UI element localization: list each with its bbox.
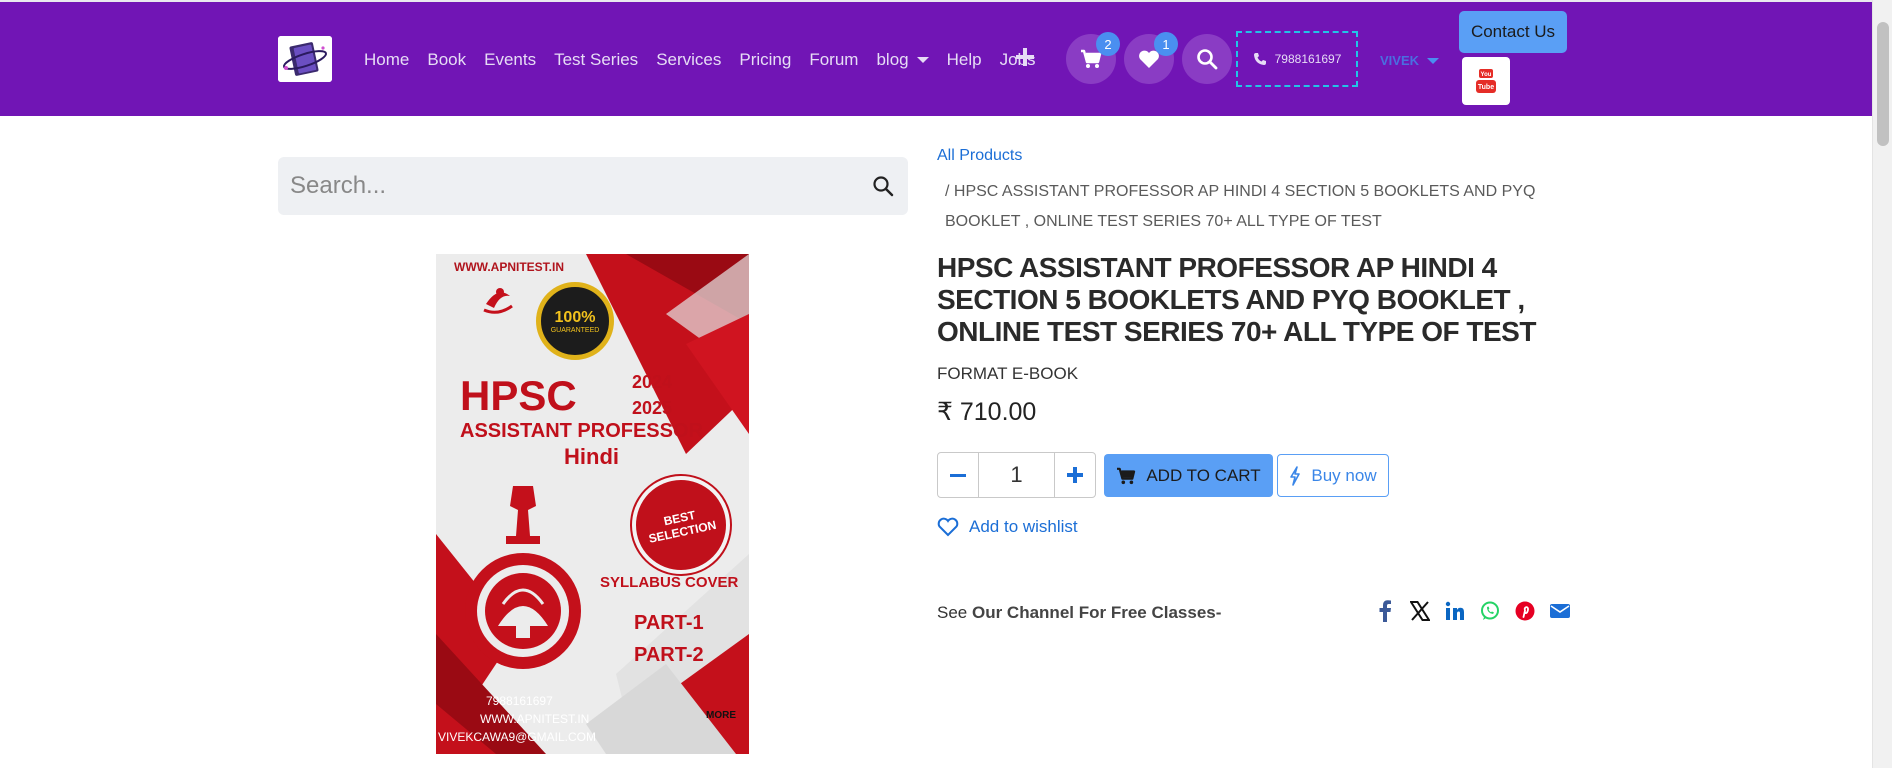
breadcrumb-current: / HPSC ASSISTANT PROFESSOR AP HINDI 4 SE… <box>945 183 1536 230</box>
nav-pricing[interactable]: Pricing <box>739 50 791 70</box>
channel-note: See Our Channel For Free Classes- <box>937 603 1221 623</box>
product-format: FORMAT E-BOOK <box>937 364 1079 383</box>
best-selection-label: BEST SELECTION <box>647 507 718 546</box>
main-nav: Home Book Events Test Series Services Pr… <box>364 50 1054 70</box>
svg-text:Tube: Tube <box>1478 84 1494 91</box>
share-buttons <box>1374 600 1571 622</box>
quantity-input[interactable]: 1 <box>978 453 1055 497</box>
nav-blog-dropdown[interactable]: blog <box>876 50 929 70</box>
add-to-cart-button[interactable]: ADD TO CART <box>1104 454 1273 497</box>
product-search <box>278 157 908 215</box>
quantity-decrease-button[interactable] <box>938 453 978 497</box>
nav-book[interactable]: Book <box>427 50 466 70</box>
user-name-label: VIVEK <box>1380 53 1420 68</box>
cover-part-1: PART-1 <box>634 612 704 634</box>
cover-title: HPSC <box>460 372 577 419</box>
site-logo[interactable] <box>278 36 332 82</box>
cover-more: MORE <box>706 710 736 721</box>
minus-icon <box>950 473 966 477</box>
haryana-emblem-icon <box>465 486 581 669</box>
nav-events[interactable]: Events <box>484 50 536 70</box>
channel-prefix: See <box>937 603 972 622</box>
cover-logo-icon <box>483 288 513 314</box>
search-icon <box>873 176 894 197</box>
cart-count-badge: 2 <box>1096 32 1120 56</box>
phone-icon <box>1253 53 1266 65</box>
pinterest-icon[interactable] <box>1514 600 1536 622</box>
nav-forum[interactable]: Forum <box>809 50 858 70</box>
seal-percent: 100% <box>554 308 596 326</box>
plus-icon <box>1067 467 1083 483</box>
whatsapp-icon[interactable] <box>1479 600 1501 622</box>
youtube-button[interactable]: You Tube <box>1462 57 1510 105</box>
channel-text: Our Channel For Free Classes- <box>971 603 1222 622</box>
wishlist-button[interactable]: 1 <box>1124 32 1178 84</box>
product-price: ₹ 710.00 <box>937 398 1037 426</box>
product-cover-image[interactable]: WWW.APNITEST.IN 100% GUARANTEED HPSC 202… <box>436 254 749 754</box>
cover-subject: Hindi <box>564 444 619 469</box>
quantity-increase-button[interactable] <box>1055 453 1095 497</box>
youtube-icon: You Tube <box>1476 69 1496 93</box>
cart-icon <box>1117 467 1136 484</box>
caret-down-icon <box>916 57 929 63</box>
add-to-wishlist-link[interactable]: Add to wishlist <box>937 517 1078 537</box>
product-title: HPSC ASSISTANT PROFESSOR AP HINDI 4 SECT… <box>937 252 1536 347</box>
more-menu-plus-icon[interactable] <box>1016 48 1034 66</box>
page: Home Book Events Test Series Services Pr… <box>0 0 1892 768</box>
email-icon[interactable] <box>1549 600 1571 622</box>
user-menu[interactable]: VIVEK <box>1380 53 1440 68</box>
cover-year-1: 2024 <box>632 372 673 392</box>
search-input[interactable] <box>278 172 858 200</box>
nav-blog-label: blog <box>876 50 909 69</box>
heart-outline-icon <box>937 517 959 537</box>
quantity-stepper: 1 <box>937 452 1096 498</box>
cover-web: WWW.APNITEST.IN <box>480 712 590 726</box>
cover-phone: 7988161697 <box>486 694 553 708</box>
cover-email: VIVEKCAWA9@GMAIL.COM <box>438 730 596 744</box>
scrollbar-thumb[interactable] <box>1877 22 1889 146</box>
linkedin-icon[interactable] <box>1444 600 1466 622</box>
svg-text:You: You <box>1481 72 1492 78</box>
search-submit-button[interactable] <box>858 157 908 215</box>
buy-now-label: Buy now <box>1311 465 1377 485</box>
wishlist-count-badge: 1 <box>1154 32 1178 56</box>
contact-us-button[interactable]: Contact Us <box>1459 11 1567 53</box>
breadcrumb-all-products[interactable]: All Products <box>937 147 1022 165</box>
wishlist-label: Add to wishlist <box>969 517 1078 536</box>
guarantee-seal: 100% GUARANTEED <box>536 282 614 360</box>
cover-part-2: PART-2 <box>634 644 704 666</box>
cart-button[interactable]: 2 <box>1066 32 1120 84</box>
buy-now-button[interactable]: Buy now <box>1277 454 1389 497</box>
header-search-button[interactable] <box>1182 34 1232 84</box>
add-to-cart-label: ADD TO CART <box>1146 465 1261 485</box>
lightning-icon <box>1290 465 1301 486</box>
facebook-icon[interactable] <box>1374 600 1396 622</box>
nav-home[interactable]: Home <box>364 50 409 70</box>
cover-subtitle: ASSISTANT PROFESSOR <box>460 420 703 442</box>
caret-down-icon <box>1427 57 1440 64</box>
cover-website: WWW.APNITEST.IN <box>454 260 564 274</box>
nav-test-series[interactable]: Test Series <box>554 50 638 70</box>
cover-syllabus: SYLLABUS COVER <box>600 574 739 591</box>
nav-services[interactable]: Services <box>656 50 721 70</box>
seal-label: GUARANTEED <box>550 326 600 334</box>
cover-year-2: 2025 <box>632 398 673 418</box>
phone-contact[interactable]: 7988161697 <box>1236 31 1358 87</box>
x-icon[interactable] <box>1409 600 1431 622</box>
phone-number: 7988161697 <box>1274 52 1342 66</box>
nav-help[interactable]: Help <box>947 50 982 70</box>
scrollbar[interactable] <box>1872 0 1892 768</box>
search-icon <box>1197 49 1218 70</box>
